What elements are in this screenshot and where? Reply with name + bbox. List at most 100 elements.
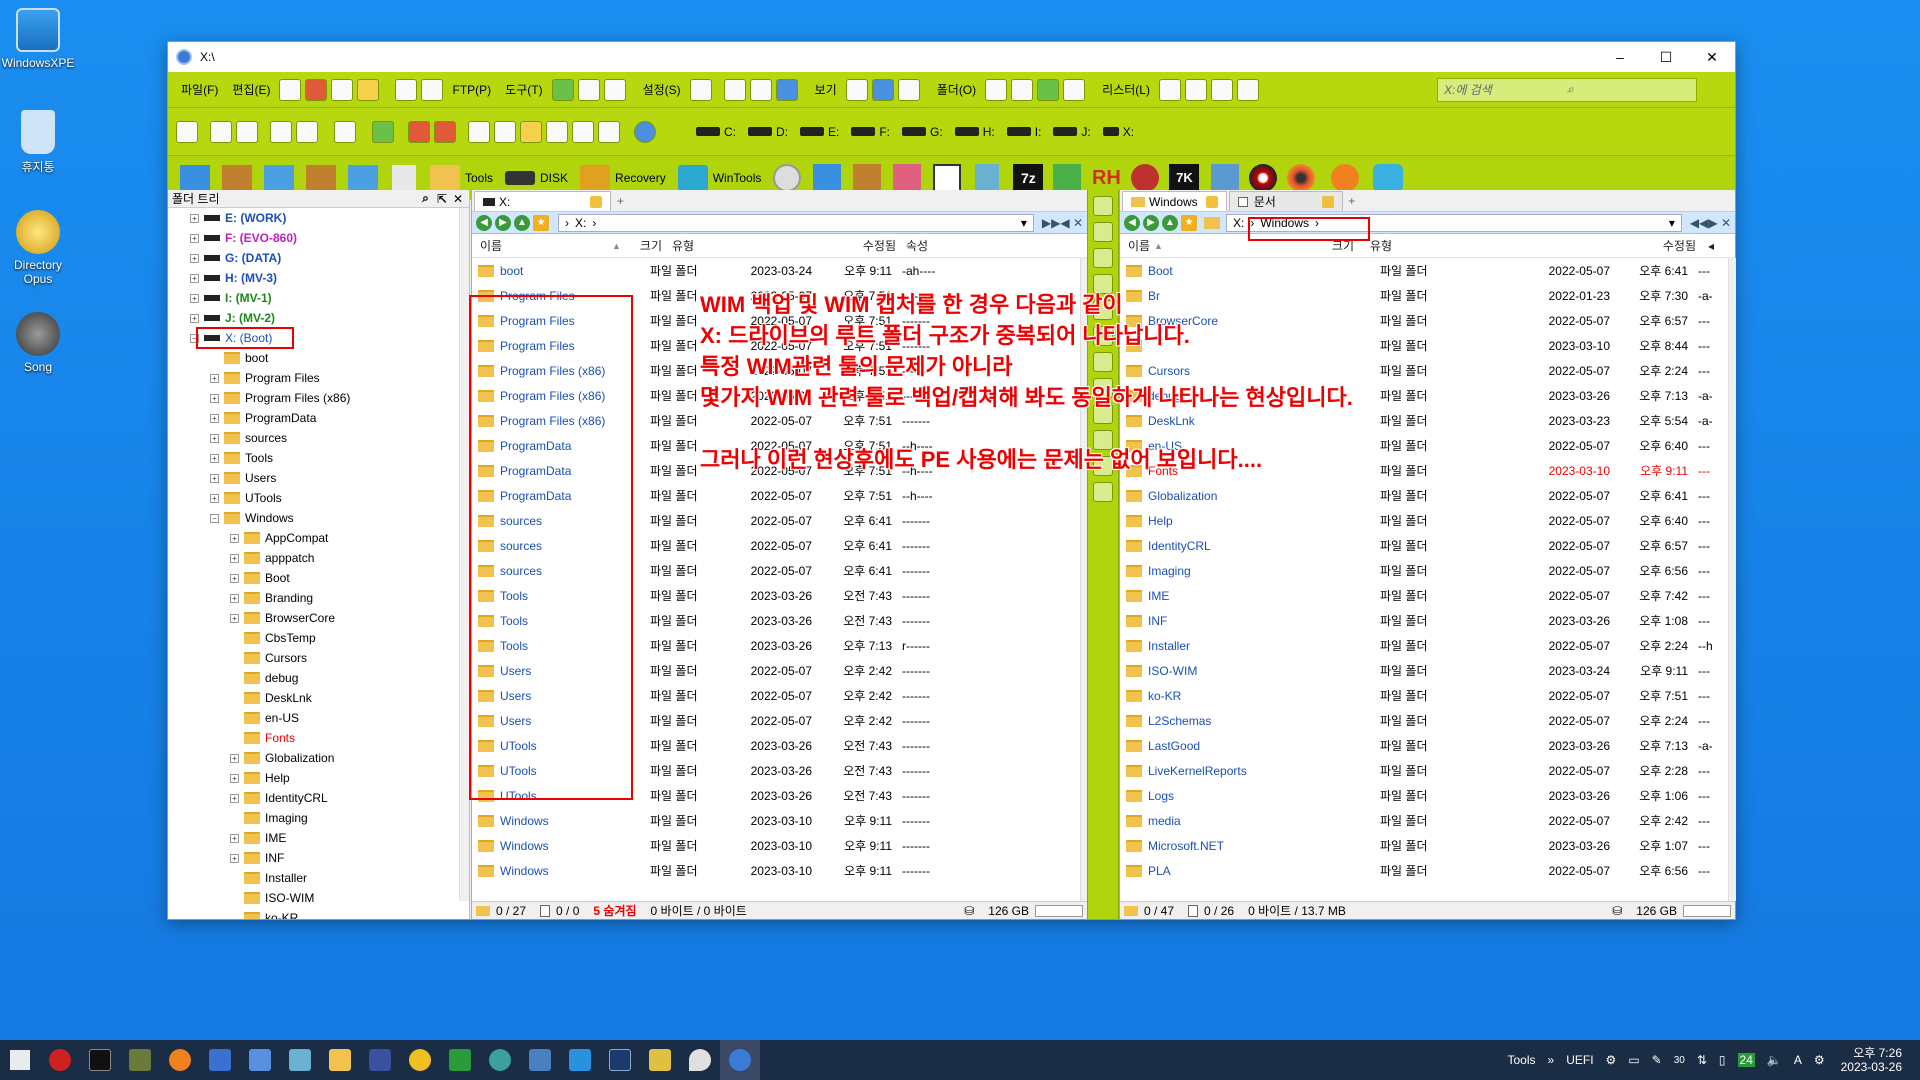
briefcase-icon[interactable] [222, 164, 252, 191]
table-row[interactable]: media 파일 폴더 2022-05-07 오후 2:42 --- [1120, 808, 1735, 833]
up-icon[interactable]: ▲ [514, 214, 530, 231]
tree-drive[interactable]: + I: (MV-1) [168, 288, 469, 308]
windows-grid-icon[interactable] [813, 163, 842, 192]
expand-icon[interactable]: + [190, 273, 199, 283]
tree-folder[interactable]: − Windows [168, 508, 469, 528]
expand-icon[interactable]: + [210, 493, 219, 503]
taskbar-app-3[interactable] [240, 1040, 280, 1080]
tree-folder[interactable]: en-US [168, 708, 469, 728]
col-modified[interactable]: 수정됨 [772, 237, 896, 254]
tree-folder[interactable]: ISO-WIM [168, 888, 469, 908]
expand-icon[interactable]: + [210, 393, 219, 403]
notebook-icon[interactable] [1211, 163, 1240, 192]
menu-view[interactable]: 보기 [808, 81, 844, 98]
tree-folder[interactable]: + IdentityCRL [168, 788, 469, 808]
table-row[interactable]: LastGood 파일 폴더 2023-03-26 오후 7:13 -a- [1120, 733, 1735, 758]
network-icon[interactable] [775, 78, 798, 101]
paste-icon[interactable] [331, 78, 354, 101]
viewer-pane-icon[interactable] [1236, 78, 1259, 101]
tray-chevron-icon[interactable]: » [1548, 1053, 1555, 1067]
cd-icon[interactable] [773, 163, 802, 192]
start-button[interactable] [0, 1040, 40, 1080]
delete-icon[interactable] [305, 78, 328, 101]
tree-folder[interactable]: debug [168, 668, 469, 688]
up-icon[interactable]: ▲ [1162, 214, 1178, 231]
expand-icon[interactable]: + [230, 573, 239, 583]
table-row[interactable]: IdentityCRL 파일 폴더 2022-05-07 오후 6:57 --- [1120, 533, 1735, 558]
tree-folder[interactable]: + Boot [168, 568, 469, 588]
menu-tools[interactable]: 도구(T) [498, 81, 549, 98]
lock-icon[interactable] [1093, 482, 1113, 502]
desktop-icon-song[interactable]: Song [0, 312, 76, 374]
search-icon[interactable]: ⌕ [422, 191, 429, 206]
tree-drive[interactable]: + F: (EVO-860) [168, 228, 469, 248]
taskbar-search[interactable] [160, 1040, 200, 1080]
move-icon[interactable] [421, 78, 444, 101]
table-row[interactable]: ko-KR 파일 폴더 2022-05-07 오후 7:51 --- [1120, 683, 1735, 708]
tab-x[interactable]: X: [474, 191, 612, 211]
tree-folder[interactable]: + Program Files (x86) [168, 388, 469, 408]
tree-toggle-icon[interactable] [1210, 78, 1233, 101]
lock-icon[interactable] [1205, 195, 1218, 208]
taskbar-app-12[interactable] [640, 1040, 680, 1080]
taskbar-app-2[interactable] [200, 1040, 240, 1080]
move-to-icon[interactable] [210, 120, 232, 143]
tree-folder[interactable]: Installer [168, 868, 469, 888]
7z-icon[interactable]: 7z [1013, 163, 1044, 192]
disc-burner-icon[interactable] [1249, 163, 1278, 192]
taskbar-app-13[interactable] [680, 1040, 720, 1080]
copy-to-icon[interactable] [176, 120, 198, 143]
tray-ime[interactable]: A [1794, 1053, 1802, 1067]
table-row[interactable]: Logs 파일 폴더 2023-03-26 오후 1:06 --- [1120, 783, 1735, 808]
table-row[interactable]: Windows 파일 폴더 2023-03-10 오후 9:11 ------- [472, 808, 1087, 833]
tray-monitor-icon[interactable]: ▭ [1628, 1053, 1639, 1067]
new-folder-icon[interactable] [279, 78, 302, 101]
col-attributes[interactable]: 속성 [896, 237, 956, 254]
table-row[interactable]: PLA 파일 폴더 2022-05-07 오후 6:56 --- [1120, 858, 1735, 883]
7k-icon[interactable]: 7K [1169, 163, 1200, 192]
delete-icon[interactable] [1093, 248, 1113, 268]
search-box[interactable]: X:에 검색 ⌕ [1437, 77, 1697, 102]
tree-folder[interactable]: + Tools [168, 448, 469, 468]
expand-icon[interactable]: + [210, 453, 219, 463]
expand-icon[interactable]: + [230, 533, 239, 543]
taskbar-app-8[interactable] [480, 1040, 520, 1080]
taskbar-app-6[interactable] [400, 1040, 440, 1080]
col-type[interactable]: 유형 [1354, 237, 1524, 254]
windows-logo-icon[interactable] [893, 163, 922, 192]
tree-folder[interactable]: + Branding [168, 588, 469, 608]
chevron-down-icon[interactable]: ▾ [1021, 216, 1027, 230]
drive-button-f[interactable]: F: [851, 125, 890, 139]
globe-icon[interactable] [1373, 163, 1404, 192]
tray-badge[interactable]: 30 [1674, 1055, 1685, 1066]
minimize-button[interactable]: – [1597, 42, 1643, 72]
taskbar-app-11[interactable] [600, 1040, 640, 1080]
tray-pen-icon[interactable]: ✎ [1652, 1053, 1662, 1067]
tray-network-icon[interactable]: ⇅ [1697, 1053, 1707, 1067]
taskbar-app-10[interactable] [560, 1040, 600, 1080]
forward-icon[interactable]: ▶ [495, 214, 511, 231]
document-list-icon[interactable] [392, 164, 416, 191]
status-hidden[interactable]: 5 숨겨짐 [593, 902, 636, 919]
view-thumbs-icon[interactable] [897, 78, 920, 101]
expand-icon[interactable]: + [210, 373, 219, 383]
tree-drive[interactable]: + J: (MV-2) [168, 308, 469, 328]
download-icon[interactable] [264, 164, 294, 191]
tree-folder[interactable]: + INF [168, 848, 469, 868]
desktop-icon-recycle-bin[interactable]: 휴지통 [0, 110, 76, 175]
back-icon[interactable]: ◀ [476, 214, 492, 231]
tree-folder[interactable]: Imaging [168, 808, 469, 828]
taskbar-app-5[interactable] [360, 1040, 400, 1080]
table-row[interactable]: Globalization 파일 폴더 2022-05-07 오후 6:41 --- [1120, 483, 1735, 508]
expand-icon[interactable]: + [230, 833, 239, 843]
new-tab-button[interactable]: + [1343, 191, 1361, 211]
tree-folder[interactable]: boot [168, 348, 469, 368]
tab-windows[interactable]: Windows [1122, 191, 1227, 211]
lock-icon[interactable] [590, 195, 603, 208]
expand-icon[interactable]: + [230, 593, 239, 603]
taskbar-app-9[interactable] [520, 1040, 560, 1080]
table-row[interactable]: ISO-WIM 파일 폴더 2023-03-24 오후 9:11 --- [1120, 658, 1735, 683]
tree-folder[interactable]: + Users [168, 468, 469, 488]
table-row[interactable]: Boot 파일 폴더 2022-05-07 오후 6:41 --- [1120, 258, 1735, 283]
share-arrow-icon[interactable] [1053, 163, 1082, 192]
